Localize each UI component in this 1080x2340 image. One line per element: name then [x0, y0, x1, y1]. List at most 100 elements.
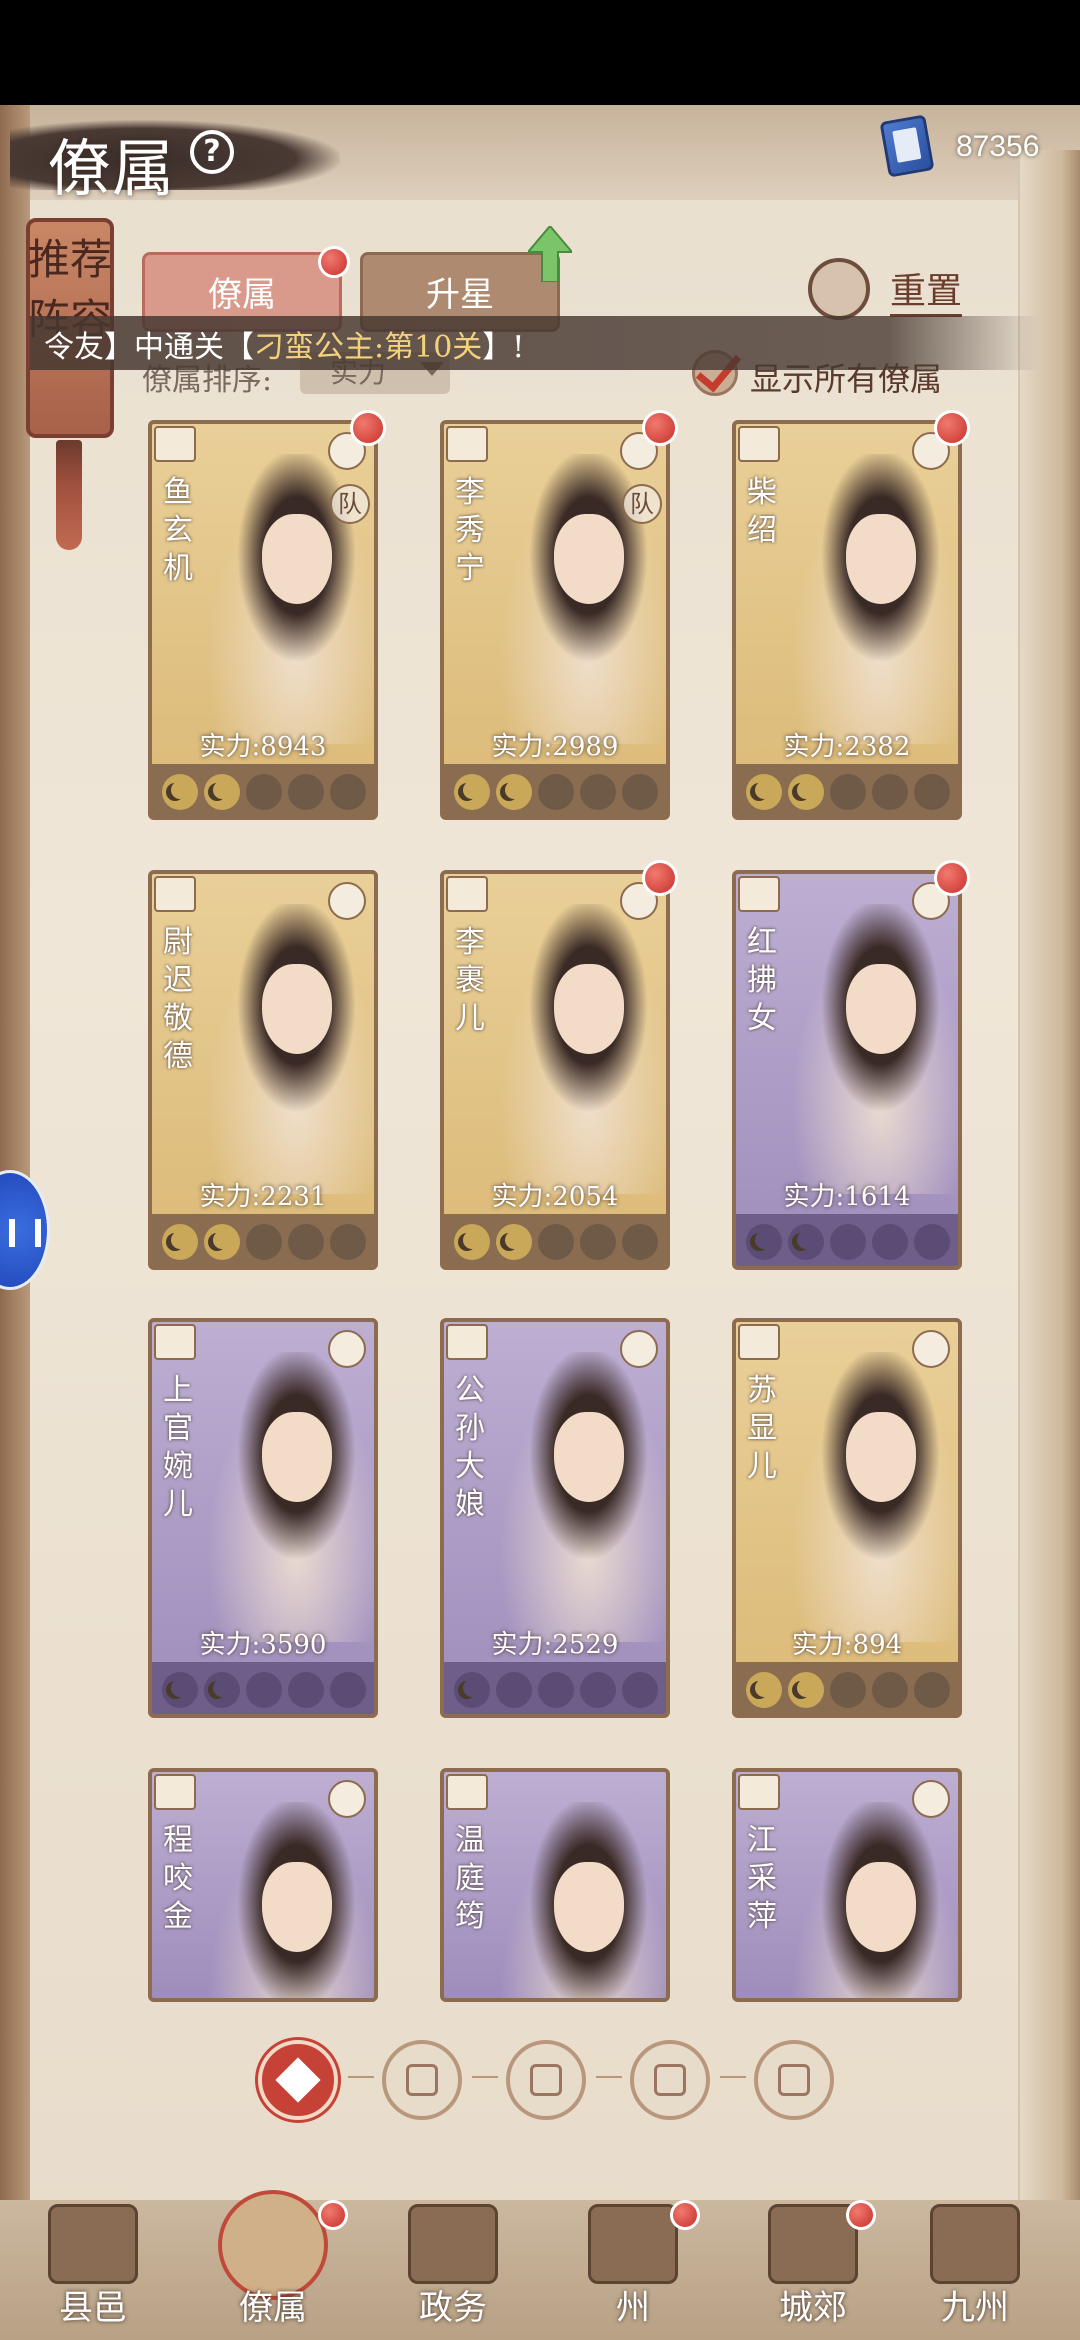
- map-scroll-icon: [930, 2204, 1020, 2284]
- gourd-icon: [530, 2064, 562, 2096]
- card-name: 程咬金: [163, 1823, 193, 1934]
- card-name: 李裹儿: [455, 925, 485, 1036]
- nav-item-affairs[interactable]: 政务: [378, 2200, 528, 2340]
- subordinate-card[interactable]: 程咬金: [148, 1768, 378, 2002]
- moon-star-icon: [746, 1224, 782, 1260]
- card-power: 实力:2529: [491, 1630, 619, 1660]
- type-icon: [446, 876, 488, 912]
- card-name: 温庭筠: [455, 1823, 485, 1934]
- empty-star-icon: [830, 774, 866, 810]
- subordinate-card[interactable]: 公孙大娘 实力:2529: [440, 1318, 670, 1718]
- card-name: 红拂女: [747, 925, 777, 1036]
- filter-divider: [472, 2076, 498, 2078]
- card-name: 柴绍: [747, 475, 777, 548]
- filter-divider: [348, 2076, 374, 2078]
- moon-star-icon: [162, 1672, 198, 1708]
- subordinate-card[interactable]: 尉迟敬德 实力:2231: [148, 870, 378, 1270]
- type-icon: [446, 1774, 488, 1810]
- empty-star-icon: [538, 774, 574, 810]
- filter-beast-button[interactable]: [754, 2040, 834, 2120]
- nav-label: 僚属: [239, 2288, 307, 2328]
- subordinate-card[interactable]: 江采萍: [732, 1768, 962, 2002]
- empty-star-icon: [872, 1224, 908, 1260]
- reset-icon[interactable]: [808, 258, 870, 320]
- subordinate-card[interactable]: 苏显儿 实力:894: [732, 1318, 962, 1718]
- moon-star-icon: [746, 1672, 782, 1708]
- notification-dot: [670, 2200, 700, 2230]
- subordinate-card[interactable]: 柴绍 实力:2382: [732, 420, 962, 820]
- announcement-highlight: 刁蛮公主:第10关: [254, 330, 483, 365]
- type-icon: [738, 1774, 780, 1810]
- fan-icon: [654, 2064, 686, 2096]
- team-icon: 队: [622, 484, 662, 524]
- type-icon: [154, 1324, 196, 1360]
- type-icon: [154, 426, 196, 462]
- notification-dot: [350, 410, 386, 446]
- status-bar: [0, 0, 1080, 105]
- filter-gourd-button[interactable]: [506, 2040, 586, 2120]
- card-power: 实力:8943: [199, 732, 327, 762]
- empty-star-icon: [914, 1224, 950, 1260]
- page-title: 僚属: [48, 132, 177, 205]
- portrait-face: [262, 964, 332, 1054]
- filter-bar: [0, 2040, 1080, 2120]
- portrait-face: [554, 514, 624, 604]
- empty-star-icon: [288, 1672, 324, 1708]
- mask-icon: [406, 2064, 438, 2096]
- empty-star-icon: [580, 774, 616, 810]
- sword-badge-icon: [912, 1330, 950, 1368]
- sword-badge-icon: [328, 882, 366, 920]
- notification-dot: [934, 860, 970, 896]
- moon-star-icon: [788, 1224, 824, 1260]
- card-power: 实力:1614: [783, 1182, 911, 1212]
- badge-icon: [328, 1330, 366, 1368]
- moon-star-icon: [788, 1672, 824, 1708]
- nav-item-county[interactable]: 县邑: [18, 2200, 168, 2340]
- empty-star-icon: [580, 1672, 616, 1708]
- filter-fan-button[interactable]: [630, 2040, 710, 2120]
- subordinate-card[interactable]: 队 李秀宁 实力:2989: [440, 420, 670, 820]
- county-gate-icon: [48, 2204, 138, 2284]
- filter-mask-button[interactable]: [382, 2040, 462, 2120]
- moon-star-icon: [746, 774, 782, 810]
- outskirts-icon: [768, 2204, 858, 2284]
- moon-star-icon: [204, 774, 240, 810]
- moon-star-icon: [454, 774, 490, 810]
- filter-divider: [596, 2076, 622, 2078]
- star-row: [444, 764, 666, 816]
- card-name: 尉迟敬德: [163, 925, 193, 1074]
- empty-star-icon: [914, 774, 950, 810]
- mountain-city-icon: [588, 2204, 678, 2284]
- card-name: 李秀宁: [455, 475, 485, 586]
- portrait-face: [554, 1412, 624, 1502]
- portrait-face: [846, 964, 916, 1054]
- empty-star-icon: [330, 774, 366, 810]
- card-name: 鱼玄机: [163, 475, 193, 586]
- empty-star-icon: [580, 1224, 616, 1260]
- subordinate-card[interactable]: 李裹儿 实力:2054: [440, 870, 670, 1270]
- subordinate-card[interactable]: 温庭筠: [440, 1768, 670, 2002]
- empty-star-icon: [622, 1672, 658, 1708]
- nav-label: 政务: [419, 2288, 487, 2328]
- subordinate-card[interactable]: 上官婉儿 实力:3590: [148, 1318, 378, 1718]
- portrait-face: [262, 514, 332, 604]
- notification-dot: [642, 860, 678, 896]
- subordinate-card[interactable]: 红拂女 实力:1614: [732, 870, 962, 1270]
- nav-label: 县邑: [59, 2288, 127, 2328]
- portrait-face: [846, 514, 916, 604]
- reset-button[interactable]: 重置: [890, 262, 963, 317]
- moon-star-icon: [496, 774, 532, 810]
- card-name: 公孙大娘: [455, 1373, 485, 1522]
- notification-dot: [318, 2200, 348, 2230]
- nav-item-nine-provinces[interactable]: 九州: [900, 2200, 1050, 2340]
- empty-star-icon: [622, 1224, 658, 1260]
- notification-dot: [934, 410, 970, 446]
- type-icon: [738, 1324, 780, 1360]
- announcement-text: 令友】中通关【刁蛮公主:第10关】!: [44, 322, 524, 366]
- card-power: 实力:2382: [783, 732, 911, 762]
- up-arrow-icon: [528, 226, 572, 282]
- subordinate-card[interactable]: 队 鱼玄机 实力:8943: [148, 420, 378, 820]
- empty-star-icon: [622, 774, 658, 810]
- help-icon[interactable]: ?: [190, 130, 234, 174]
- filter-all-button[interactable]: [258, 2040, 338, 2120]
